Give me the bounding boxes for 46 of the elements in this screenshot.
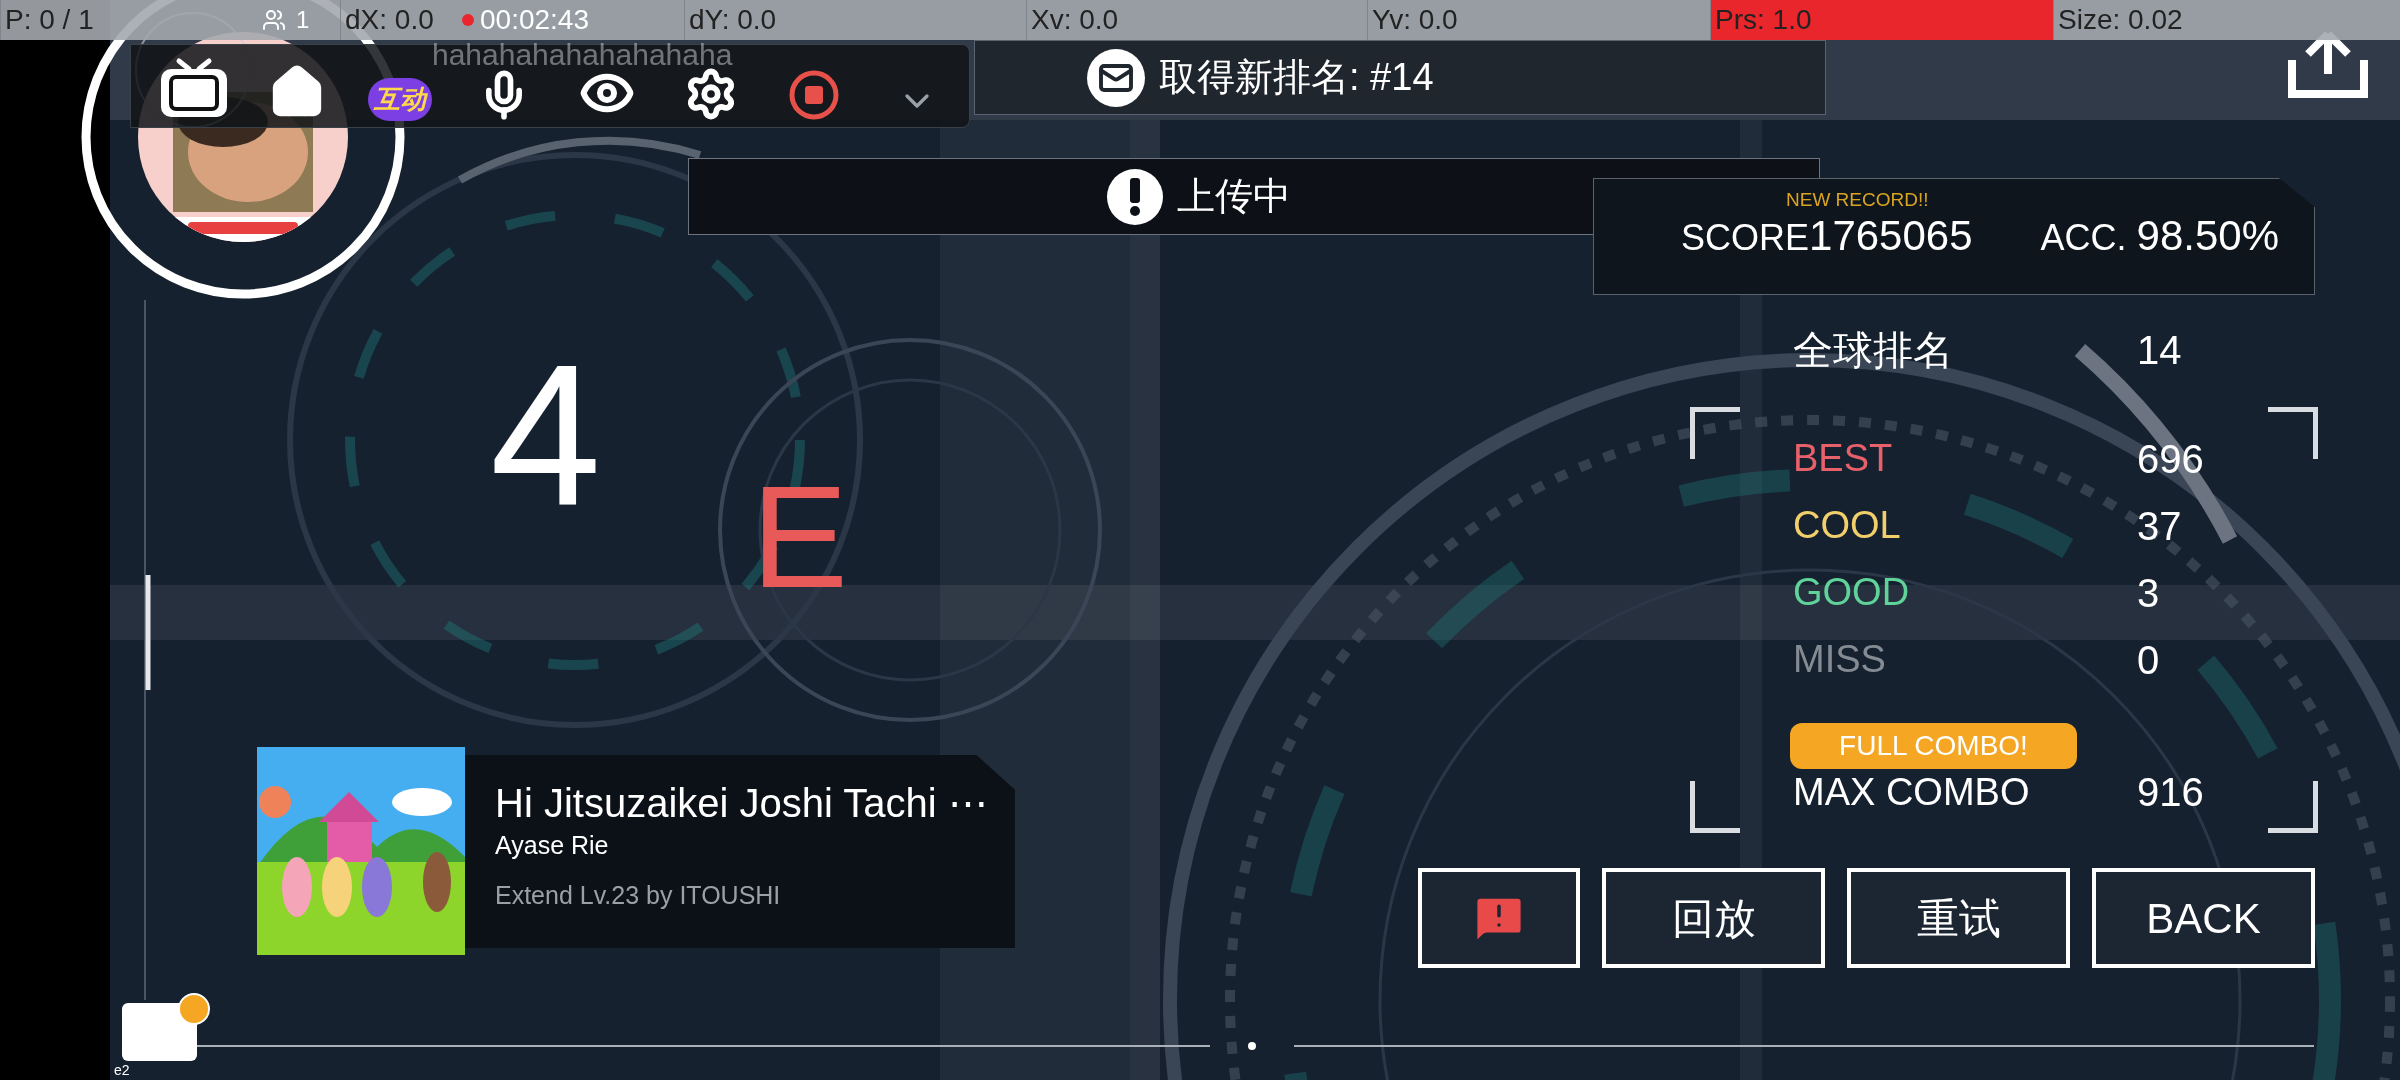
judgement-label: COOL: [1793, 503, 1902, 548]
interact-badge[interactable]: 互动: [368, 78, 433, 121]
stop-record-icon[interactable]: [787, 69, 840, 121]
judgement-count: 0: [2137, 636, 2160, 684]
viewer-count: 1: [296, 5, 310, 35]
debug-cell: dY: 0.0: [684, 0, 1026, 40]
grade-letter: E: [751, 465, 848, 610]
judgement-label: GOOD: [1793, 570, 1911, 615]
notification-text: 取得新排名: #14: [1159, 55, 1434, 100]
report-button[interactable]: [1418, 868, 1580, 968]
corner-bracket: [2268, 407, 2318, 459]
accuracy-value: 98.50%: [2136, 211, 2279, 261]
accuracy-label: ACC.: [2040, 216, 2127, 260]
debug-cell: Prs: 1.0: [1710, 0, 2053, 40]
debug-cell: Size: 0.02: [2053, 0, 2400, 40]
judgement-count: 37: [2137, 502, 2182, 550]
rank-label: 全球排名: [1793, 327, 1954, 374]
score-value: 1765065: [1809, 211, 1973, 261]
corner-bracket: [1690, 781, 1740, 833]
toast-text: 上传中: [1177, 174, 1291, 219]
action-button[interactable]: BACK: [2092, 868, 2315, 968]
score-label: SCORE: [1681, 216, 1810, 260]
action-button[interactable]: 回放: [1602, 868, 1825, 968]
judgement-count: 696: [2137, 435, 2204, 483]
corner-label: e2: [114, 1062, 130, 1078]
corner-bracket: [2268, 781, 2318, 833]
rank-value: 14: [2137, 327, 2182, 374]
viewers-icon: [262, 8, 286, 32]
debug-cell: Xv: 0.0: [1026, 0, 1367, 40]
danmaku-comment: hahahahahahahahaha: [432, 41, 733, 69]
song-title: Hi Jitsuzaikei Joshi Tachi ⋯: [495, 780, 989, 827]
chart-info: Extend Lv.23 by ITOUSHI: [495, 880, 782, 911]
corner-bracket: [1690, 407, 1740, 459]
debug-cell: Yv: 0.0: [1367, 0, 1710, 40]
judgement-label: MISS: [1793, 637, 1887, 682]
grade-letter: 4: [490, 335, 602, 535]
judgement-label: BEST: [1793, 436, 1894, 481]
new-record-label: NEW RECORD!!: [1786, 189, 1930, 211]
judgement-count: 3: [2137, 569, 2160, 617]
max-combo-value: 916: [2137, 769, 2204, 816]
song-artist: Ayase Rie: [495, 830, 610, 861]
max-combo-label: MAX COMBO: [1793, 769, 2031, 815]
recording-timer: 00:02:43: [480, 3, 589, 37]
full-combo-badge: FULL COMBO!: [1790, 723, 2077, 769]
action-button[interactable]: 重试: [1847, 868, 2070, 968]
mail-icon: [1087, 48, 1145, 107]
